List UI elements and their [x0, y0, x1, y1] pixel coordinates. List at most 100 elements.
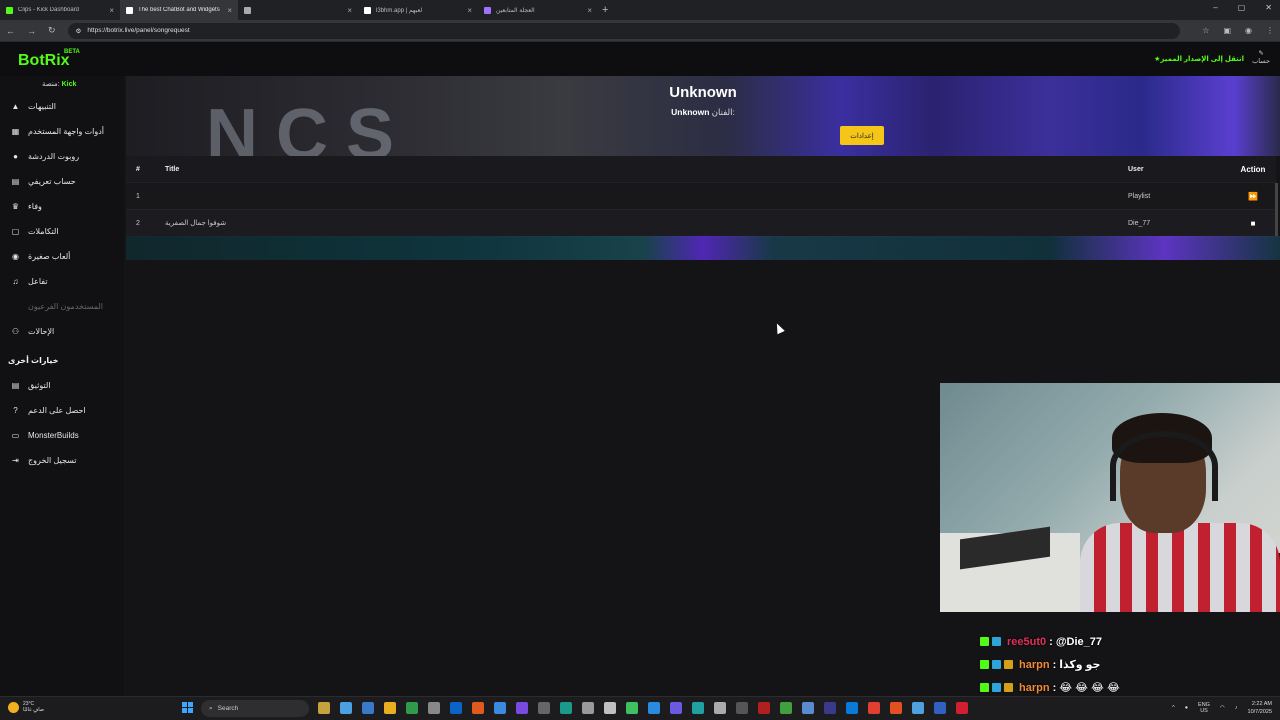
sidebar-item-label: احصل على الدعم	[28, 405, 86, 415]
play-next-icon[interactable]: ⏩	[1230, 192, 1276, 201]
app-icon[interactable]	[362, 702, 374, 714]
sidebar-item[interactable]: ♛ وفاء	[0, 195, 124, 217]
app-icon[interactable]	[318, 702, 330, 714]
minimize-icon[interactable]: –	[1213, 3, 1217, 12]
app-icon[interactable]	[934, 702, 946, 714]
book-icon: ▤	[11, 380, 20, 390]
maximize-icon[interactable]: ▢	[1238, 3, 1246, 12]
browser-toolbar: ← → ↻ ⚙ https://botrix.live/panel/songre…	[0, 20, 1280, 42]
browser-tab[interactable]: The best ChatBot and Widgets ×	[120, 0, 238, 20]
chat-username: ree5ut0	[1007, 635, 1047, 648]
close-window-icon[interactable]: ✕	[1265, 3, 1272, 12]
webcam-overlay	[940, 383, 1280, 612]
sidebar-item[interactable]: ▲ التنبيهات	[0, 95, 124, 117]
xbox-icon[interactable]	[406, 702, 418, 714]
sidebar-item[interactable]: ▭ MonsterBuilds	[0, 424, 124, 446]
premium-link[interactable]: ★انتقل إلى الإصدار المميز	[1154, 55, 1244, 63]
app-icon[interactable]	[758, 702, 770, 714]
profile-icon[interactable]: ◉	[1245, 26, 1252, 35]
app-icon[interactable]	[516, 702, 528, 714]
table-row: 2 شوفوا جمال الصفرية Die_77 ■	[126, 210, 1276, 237]
app-icon[interactable]	[560, 702, 572, 714]
sidebar-item[interactable]: ▤ حساب تعريفي	[0, 170, 124, 192]
app-icon[interactable]	[538, 702, 550, 714]
mic-icon[interactable]: ●	[1185, 705, 1188, 711]
app-icon[interactable]	[626, 702, 638, 714]
wifi-icon[interactable]: ◠	[1220, 705, 1225, 711]
clock-time: 2:22 AM	[1251, 701, 1272, 707]
app-icon[interactable]	[604, 702, 616, 714]
weather-desc: صافٍ غالبًا	[23, 707, 45, 713]
sidebar-item[interactable]: ⚇ الإحالات	[0, 320, 124, 342]
trophy-icon: ♛	[11, 201, 20, 211]
extensions-area: ☆ ▣ ◉ ⋮	[1202, 26, 1274, 35]
sidebar-item[interactable]: ⇥ تسجيل الخروج	[0, 449, 124, 471]
chevron-up-icon[interactable]: ^	[1172, 705, 1175, 711]
outlook-icon[interactable]	[450, 702, 462, 714]
browser-tab[interactable]: Clips - Kick Dashboard ×	[0, 0, 120, 20]
edge-icon[interactable]	[846, 702, 858, 714]
menu-icon[interactable]: ⋮	[1266, 26, 1274, 35]
forward-icon[interactable]: →	[27, 26, 36, 36]
chrome-icon[interactable]	[868, 702, 880, 714]
brave-icon[interactable]	[890, 702, 902, 714]
mouse-cursor-icon	[773, 321, 785, 335]
sidebar-item[interactable]: ? احصل على الدعم	[0, 399, 124, 421]
users-icon	[11, 302, 20, 311]
browser-tab[interactable]: العجلة المتابعين ×	[478, 0, 598, 20]
telegram-icon[interactable]	[648, 702, 660, 714]
table-scrollbar[interactable]	[1275, 183, 1278, 237]
site-info-icon[interactable]: ⚙	[76, 27, 82, 35]
grid-icon: ▦	[11, 126, 20, 136]
app-icon[interactable]	[494, 702, 506, 714]
volume-icon[interactable]: ♪	[1235, 705, 1238, 711]
folder-icon[interactable]	[384, 702, 396, 714]
logout-icon: ⇥	[12, 455, 19, 465]
sidebar-item[interactable]: ▢ التكاملات	[0, 220, 124, 242]
app-icon[interactable]	[956, 702, 968, 714]
sidebar-item-label: تسجيل الخروج	[28, 455, 77, 465]
clock[interactable]: 2:22 AM 10/7/2025	[1248, 700, 1272, 716]
app-icon[interactable]	[472, 702, 484, 714]
app-icon[interactable]	[912, 702, 924, 714]
favicon-icon	[484, 6, 491, 14]
chat-separator: :	[1049, 635, 1053, 648]
app-icon[interactable]	[340, 702, 352, 714]
bookmark-star-icon[interactable]: ☆	[1202, 26, 1209, 35]
tab-close-icon[interactable]: ×	[347, 6, 352, 15]
tab-close-icon[interactable]: ×	[227, 6, 232, 15]
sidebar-item[interactable]: ● روبوت الدردشة	[0, 145, 124, 167]
settings-button[interactable]: إعدادات	[840, 126, 884, 145]
language-indicator[interactable]: ENG US	[1198, 702, 1210, 714]
app-icon[interactable]	[780, 702, 792, 714]
extensions-icon[interactable]: ▣	[1223, 26, 1231, 35]
tab-close-icon[interactable]: ×	[467, 6, 472, 15]
app-icon[interactable]	[714, 702, 726, 714]
weather-widget[interactable]: 23°C صافٍ غالبًا	[8, 701, 44, 713]
back-icon[interactable]: ←	[6, 26, 15, 36]
sidebar-item[interactable]: ▤ التوثيق	[0, 374, 124, 396]
browser-tab[interactable]: l3bhm.app | لعبهم ×	[358, 0, 478, 20]
tab-close-icon[interactable]: ×	[109, 6, 114, 15]
sidebar-item[interactable]: ▦ أدوات واجهة المستخدم	[0, 120, 124, 142]
tab-close-icon[interactable]: ×	[587, 6, 592, 15]
app-icon[interactable]	[428, 702, 440, 714]
taskbar-search[interactable]: ⌕ Search	[201, 700, 309, 717]
app-icon[interactable]	[670, 702, 682, 714]
app-icon[interactable]	[692, 702, 704, 714]
trash-icon[interactable]: ■	[1230, 219, 1276, 228]
botrix-logo[interactable]: BotRix	[18, 52, 70, 70]
new-tab-icon[interactable]: +	[602, 4, 608, 16]
windows-start-icon[interactable]	[182, 702, 193, 713]
account-menu[interactable]: ✎ حساب	[1252, 50, 1270, 66]
address-bar[interactable]: ⚙ https://botrix.live/panel/songrequest	[67, 22, 1181, 39]
sidebar-item[interactable]: ♫ تفاعل	[0, 270, 124, 292]
app-icon[interactable]	[582, 702, 594, 714]
reload-icon[interactable]: ↻	[48, 25, 56, 36]
steam-icon[interactable]	[802, 702, 814, 714]
robot-icon: ●	[13, 151, 18, 161]
app-icon[interactable]	[824, 702, 836, 714]
sidebar-item[interactable]: ◉ ألعاب صغيرة	[0, 245, 124, 267]
browser-tab[interactable]: ×	[238, 0, 358, 20]
app-icon[interactable]	[736, 702, 748, 714]
